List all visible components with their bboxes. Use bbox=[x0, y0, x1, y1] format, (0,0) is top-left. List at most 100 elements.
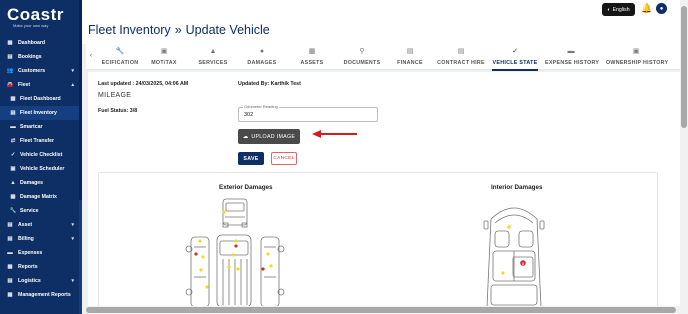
exterior-damage-diagram[interactable] bbox=[183, 197, 293, 307]
sidebar-item-label: Customers bbox=[18, 68, 46, 74]
billing-icon: ▤ bbox=[7, 236, 13, 242]
sidebar-item-label: Bookings bbox=[18, 54, 42, 60]
chevron-icon: ▾ bbox=[71, 68, 74, 74]
damages-tab-icon: ● bbox=[259, 48, 265, 55]
mot-tax-icon: ▣ bbox=[160, 48, 168, 55]
tab-label: DOCUMENTS bbox=[343, 60, 381, 66]
breadcrumb: Fleet Inventory» Update Vehicle bbox=[88, 23, 270, 37]
bell-icon[interactable]: 🔔 bbox=[641, 3, 652, 14]
sidebar-item-logistics[interactable]: ▤ Logistics ▾ bbox=[0, 274, 82, 288]
language-label: English bbox=[612, 6, 630, 13]
damage-matrix-icon: ▦ bbox=[10, 194, 16, 200]
tab-services[interactable]: ▲ SERVICES bbox=[193, 47, 233, 70]
sidebar-item-damages[interactable]: ▲ Damages bbox=[0, 176, 82, 190]
chevron-icon: ▾ bbox=[71, 278, 74, 284]
page-horizontal-scrollbar-thumb[interactable] bbox=[86, 307, 676, 313]
tab-ecification[interactable]: 🔧 ECIFICATION bbox=[100, 47, 140, 70]
interior-damage-diagram[interactable]: 8 bbox=[479, 199, 549, 307]
sidebar-item-customers[interactable]: 👥 Customers ▾ bbox=[0, 64, 82, 78]
tabs-scroll-left-icon[interactable]: ‹ bbox=[90, 53, 92, 59]
tab-contract-hire[interactable]: ▤ CONTRACT HIRE bbox=[436, 47, 486, 70]
expenses-icon: ▬ bbox=[7, 250, 13, 256]
tab-damages[interactable]: ● DAMAGES bbox=[242, 47, 282, 70]
chevron-icon: ▾ bbox=[71, 222, 74, 228]
vehicle-tabs: ‹ 🔧 ECIFICATION ▣ MOT/TAX ▲ SERVICES ● DAMAGES ▦… bbox=[86, 44, 680, 71]
sidebar-item-asset[interactable]: ▤ Asset ▾ bbox=[0, 218, 82, 232]
tab-label: VEHICLE STATE bbox=[492, 60, 538, 66]
sidebar-item-service[interactable]: 🔧 Service bbox=[0, 204, 82, 218]
management-reports-icon: ▦ bbox=[7, 292, 13, 298]
services-icon: ▲ bbox=[209, 48, 217, 55]
topbar: ◐ English 🔔 ● bbox=[82, 0, 680, 20]
sidebar-item-billing[interactable]: ▤ Billing ▾ bbox=[0, 232, 82, 246]
ownership-history-icon: ▣ bbox=[632, 48, 640, 55]
checklist-icon: ✓ bbox=[10, 152, 16, 158]
sidebar-item-expenses[interactable]: ▬ Expenses bbox=[0, 246, 82, 260]
sidebar-item-label: Dashboard bbox=[18, 40, 46, 46]
tab-finance[interactable]: ▤ FINANCE bbox=[394, 47, 426, 70]
bookings-icon: ▤ bbox=[7, 54, 13, 60]
sidebar-item-fleet-inventory[interactable]: ▤ Fleet Inventory bbox=[0, 106, 82, 120]
fleet-inventory-icon: ▤ bbox=[10, 110, 16, 116]
page-header: Fleet Inventory» Update Vehicle bbox=[82, 20, 680, 44]
tab-label: EXPENSE HISTORY bbox=[545, 60, 600, 66]
sidebar-item-label: Asset bbox=[18, 222, 33, 228]
sidebar-item-vehicle-checklist[interactable]: ✓ Vehicle Checklist bbox=[0, 148, 82, 162]
cloud-upload-icon: ☁ bbox=[242, 133, 249, 140]
chevron-icon: ▾ bbox=[71, 236, 74, 242]
vehicle-state-icon: ✓ bbox=[512, 48, 518, 55]
sidebar-nav: ▦ Dashboard ▤ Bookings 👥 Customers ▾ 🚘 Fleet ▴ ▦ Fl… bbox=[0, 36, 82, 302]
fleet-transfer-icon: ⇄ bbox=[10, 138, 16, 144]
sidebar-item-fleet-dashboard[interactable]: ▦ Fleet Dashboard bbox=[0, 92, 82, 106]
sidebar-item-fleet-transfer[interactable]: ⇄ Fleet Transfer bbox=[0, 134, 82, 148]
sidebar-item-dashboard[interactable]: ▦ Dashboard bbox=[0, 36, 82, 50]
last-updated: Last updated : 24/03/2025, 04:06 AM bbox=[98, 81, 189, 87]
tab-label: MOT/TAX bbox=[151, 60, 177, 66]
upload-image-button[interactable]: ☁ UPLOAD IMAGE bbox=[238, 129, 300, 144]
expense-history-icon: ▬ bbox=[567, 48, 575, 55]
sidebar-item-fleet[interactable]: 🚘 Fleet ▴ bbox=[0, 78, 82, 92]
save-button[interactable]: SAVE bbox=[238, 152, 264, 165]
sidebar-item-management-reports[interactable]: ▦ Management Reports bbox=[0, 288, 82, 302]
tab-ownership-history[interactable]: ▣ OWNERSHIP HISTORY bbox=[606, 47, 668, 70]
user-avatar-icon[interactable]: ● bbox=[656, 3, 667, 14]
language-icon: ◐ bbox=[607, 6, 611, 13]
interior-damage-marker-label: 8 bbox=[522, 262, 524, 266]
sidebar-item-reports[interactable]: ▦ Reports bbox=[0, 260, 82, 274]
tab-expense-history[interactable]: ▬ EXPENSE HISTORY bbox=[545, 47, 600, 70]
reports-icon: ▦ bbox=[7, 264, 13, 270]
vehicle-state-panel: Last updated : 24/03/2025, 04:06 AM Upda… bbox=[88, 72, 680, 307]
upload-image-label: UPLOAD IMAGE bbox=[251, 133, 296, 140]
sidebar-item-vehicle-scheduler[interactable]: ▣ Vehicle Scheduler bbox=[0, 162, 82, 176]
tab-documents[interactable]: ⚲ DOCUMENTS bbox=[339, 47, 385, 70]
sidebar-item-label: Billing bbox=[18, 236, 34, 242]
chevron-icon: ▴ bbox=[71, 82, 74, 88]
sidebar-item-label: Management Reports bbox=[18, 292, 71, 298]
odometer-value[interactable]: 302 bbox=[244, 112, 253, 118]
dashboard-icon: ▦ bbox=[7, 40, 13, 46]
sidebar-item-damage-matrix[interactable]: ▦ Damage Matrix bbox=[0, 190, 82, 204]
assets-icon: ▦ bbox=[308, 48, 316, 55]
brand[interactable]: Coastr Make your own way bbox=[0, 0, 82, 36]
cancel-button[interactable]: CANCEL bbox=[271, 152, 297, 165]
tab-assets[interactable]: ▦ ASSETS bbox=[296, 47, 328, 70]
tab-vehicle-state[interactable]: ✓ VEHICLE STATE bbox=[492, 47, 538, 71]
tab-label: ASSETS bbox=[300, 60, 324, 66]
sidebar-item-label: Fleet Inventory bbox=[20, 110, 57, 116]
sidebar: Coastr Make your own way ▦ Dashboard ▤ Book… bbox=[0, 0, 82, 314]
sidebar-item-label: Damage Matrix bbox=[20, 194, 57, 200]
breadcrumb-update-vehicle: Update Vehicle bbox=[185, 23, 270, 37]
tab-label: ECIFICATION bbox=[101, 60, 139, 66]
sidebar-item-bookings[interactable]: ▤ Bookings bbox=[0, 50, 82, 64]
sidebar-item-smartcar[interactable]: ▬ Smartcar bbox=[0, 120, 82, 134]
contract-hire-icon: ▤ bbox=[457, 48, 465, 55]
breadcrumb-fleet-inventory[interactable]: Fleet Inventory bbox=[88, 23, 171, 37]
fleet-icon: 🚘 bbox=[6, 82, 14, 88]
mileage-heading: MILEAGE bbox=[98, 92, 132, 99]
page-vertical-scrollbar-thumb[interactable] bbox=[681, 6, 687, 128]
fuel-status: Fuel Status: 3/8 bbox=[98, 108, 138, 114]
odometer-field[interactable]: Odometer Reading 302 bbox=[238, 104, 378, 122]
language-button[interactable]: ◐ English bbox=[602, 3, 635, 16]
logo-tagline: Make your own way bbox=[13, 23, 49, 28]
tab-mot-tax[interactable]: ▣ MOT/TAX bbox=[146, 47, 182, 70]
